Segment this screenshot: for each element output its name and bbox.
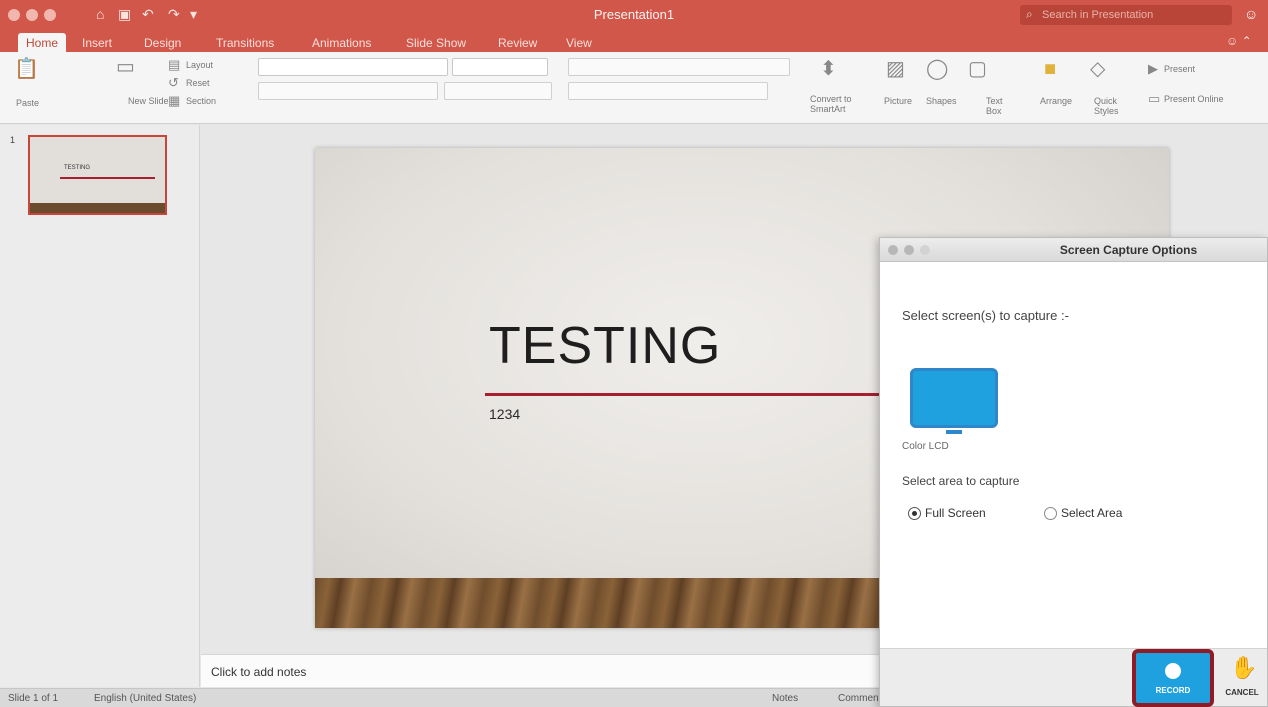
tab-transitions[interactable]: Transitions (208, 33, 282, 52)
layout-icon[interactable]: ▤ (168, 58, 180, 72)
paragraph-align-buttons[interactable] (568, 82, 768, 100)
quick-styles-label: Quick Styles (1094, 96, 1119, 116)
slide-thumbnails-panel: 1 TESTING (0, 125, 200, 687)
search-input[interactable]: ⌕ Search in Presentation (1020, 5, 1232, 25)
select-area-label: Select area to capture (902, 474, 1020, 488)
title-bar: ⌂ ▣ ↶ ↷ ▾ Presentation1 ⌕ Search in Pres… (0, 0, 1268, 30)
font-format-buttons[interactable] (258, 82, 438, 100)
select-area-radio[interactable] (1044, 506, 1057, 520)
slide-thumbnail[interactable]: TESTING (28, 135, 167, 215)
tab-review[interactable]: Review (490, 33, 545, 52)
slide-title[interactable]: TESTING (489, 316, 721, 376)
record-button[interactable]: RECORD (1132, 649, 1214, 707)
cancel-button[interactable]: ✋ CANCEL (1220, 653, 1264, 703)
paste-icon[interactable]: 📋 (14, 58, 39, 80)
present-online-label[interactable]: Present Online (1164, 94, 1224, 104)
record-icon (1165, 663, 1181, 679)
ribbon-tabs: Home Insert Design Transitions Animation… (0, 30, 1268, 52)
full-screen-option[interactable]: Full Screen (908, 506, 986, 520)
paste-label: Paste (16, 98, 40, 108)
text-box-icon[interactable]: ▢ (968, 58, 987, 80)
screen-capture-dialog: Screen Capture Options Select screen(s) … (879, 237, 1268, 707)
text-box-label: Text Box (986, 96, 1003, 116)
notes-toggle[interactable]: Notes (772, 693, 798, 704)
quick-styles-icon[interactable]: ◇ (1090, 58, 1105, 80)
dialog-footer: RECORD ✋ CANCEL (880, 648, 1267, 707)
new-slide-icon[interactable]: ▭ (116, 56, 135, 78)
slide-count: Slide 1 of 1 (8, 693, 59, 704)
arrange-icon[interactable]: ■ (1044, 58, 1056, 80)
slide-subtitle[interactable]: 1234 (489, 406, 520, 422)
select-area-option[interactable]: Select Area (1044, 506, 1122, 520)
reset-icon[interactable]: ↺ (168, 76, 179, 90)
hand-stop-icon: ✋ (1230, 655, 1258, 680)
present-online-icon[interactable]: ▭ (1148, 92, 1160, 106)
present-icon[interactable]: ▶ (1148, 62, 1158, 76)
thumbnail-rule (60, 177, 155, 179)
picture-label: Picture (884, 96, 913, 106)
search-placeholder: Search in Presentation (1042, 9, 1154, 21)
tab-design[interactable]: Design (136, 33, 189, 52)
convert-smartart-icon[interactable]: ⬍ (820, 58, 837, 80)
new-slide-label: New Slide (128, 96, 169, 106)
paragraph-list-buttons[interactable] (568, 58, 790, 76)
shapes-icon[interactable]: ◯ (926, 58, 948, 80)
thumbnail-floor (30, 203, 165, 213)
thumbnail-title: TESTING (64, 165, 91, 171)
tab-home[interactable]: Home (18, 33, 67, 52)
section-label[interactable]: Section (186, 96, 216, 106)
layout-label[interactable]: Layout (186, 60, 213, 70)
tab-view[interactable]: View (558, 33, 600, 52)
full-screen-label: Full Screen (925, 506, 986, 520)
record-label: RECORD (1155, 686, 1191, 695)
shapes-label: Shapes (926, 96, 957, 106)
monitor-icon[interactable] (910, 368, 998, 428)
select-area-option-label: Select Area (1061, 506, 1123, 520)
share-icon[interactable]: ☺ (1244, 6, 1258, 22)
tab-insert[interactable]: Insert (74, 33, 120, 52)
picture-icon[interactable]: ▨ (886, 58, 905, 80)
font-family-select[interactable] (258, 58, 448, 76)
arrange-label: Arrange (1040, 96, 1073, 106)
convert-smartart-label: Convert to SmartArt (810, 94, 852, 114)
language-indicator[interactable]: English (United States) (94, 693, 196, 704)
font-color-buttons[interactable] (444, 82, 552, 100)
tab-slide-show[interactable]: Slide Show (398, 33, 474, 52)
dialog-title: Screen Capture Options (1059, 243, 1198, 257)
present-label[interactable]: Present (1164, 64, 1195, 74)
search-icon: ⌕ (1026, 7, 1033, 21)
monitor-stand (946, 430, 962, 434)
reset-label[interactable]: Reset (186, 78, 210, 88)
tab-animations[interactable]: Animations (304, 33, 379, 52)
monitor-label: Color LCD (902, 441, 949, 452)
font-size-select[interactable] (452, 58, 548, 76)
thumbnail-number: 1 (10, 135, 16, 145)
ribbon-collapse-icon[interactable]: ☺ ⌃ (1226, 34, 1252, 48)
cancel-label: CANCEL (1225, 688, 1259, 697)
section-icon[interactable]: ▦ (168, 94, 180, 108)
dialog-titlebar: Screen Capture Options (880, 238, 1267, 262)
select-screens-label: Select screen(s) to capture :- (902, 308, 1069, 323)
notes-placeholder: Click to add notes (211, 665, 307, 679)
full-screen-radio[interactable] (908, 506, 921, 520)
ribbon-toolbar: 📋 Paste ▭ New Slide ▤ Layout ↺ Reset ▦ S… (0, 52, 1268, 124)
